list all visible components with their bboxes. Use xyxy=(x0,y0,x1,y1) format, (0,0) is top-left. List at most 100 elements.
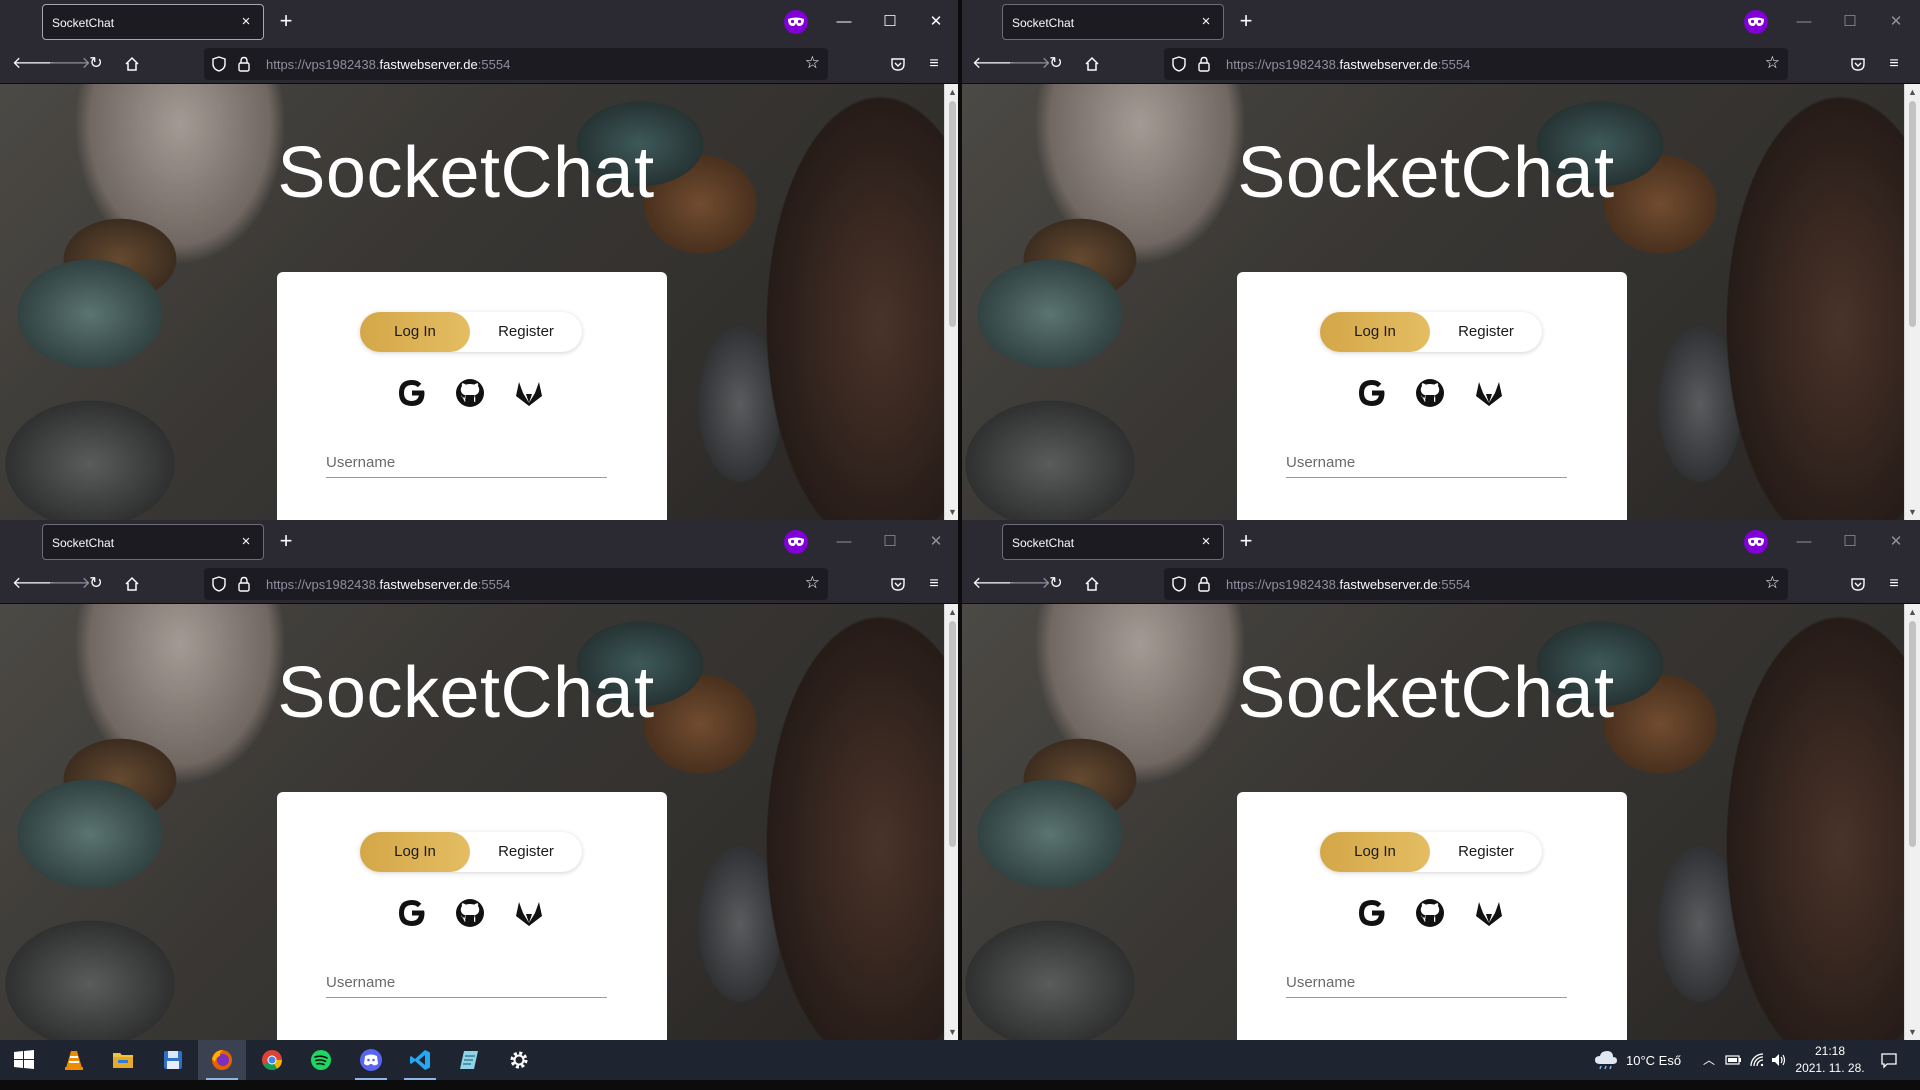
tracking-shield-icon[interactable] xyxy=(212,576,226,597)
hamburger-menu-icon[interactable]: ≡ xyxy=(922,52,946,76)
close-window-button[interactable]: ✕ xyxy=(924,10,948,34)
bookmark-star-icon[interactable]: ☆ xyxy=(805,53,820,73)
minimize-button[interactable]: — xyxy=(1792,10,1816,34)
weather-text[interactable]: 10°C Eső xyxy=(1626,1053,1681,1068)
username-input[interactable] xyxy=(1286,968,1567,998)
login-toggle-button[interactable]: Log In xyxy=(1320,312,1430,352)
weather-cloud-icon[interactable] xyxy=(1594,1050,1618,1090)
github-icon[interactable] xyxy=(1413,376,1447,410)
username-input[interactable] xyxy=(326,968,607,998)
browser-tab[interactable]: SocketChat × xyxy=(1002,524,1224,560)
login-toggle-button[interactable]: Log In xyxy=(360,312,470,352)
tab-close-icon[interactable]: × xyxy=(1196,532,1216,552)
reload-icon[interactable]: ↻ xyxy=(1044,52,1068,76)
browser-tab[interactable]: SocketChat × xyxy=(1002,4,1224,40)
url-bar[interactable]: https://vps1982438.fastwebserver.de:5554… xyxy=(204,568,828,600)
firefox-icon[interactable] xyxy=(198,1040,246,1080)
hamburger-menu-icon[interactable]: ≡ xyxy=(1882,52,1906,76)
back-arrow-icon[interactable]: 🡐 xyxy=(972,572,1015,596)
bookmark-star-icon[interactable]: ☆ xyxy=(1765,573,1780,593)
register-toggle-button[interactable]: Register xyxy=(470,312,582,352)
scroll-down-arrow-icon[interactable]: ▼ xyxy=(1905,1024,1920,1040)
github-icon[interactable] xyxy=(453,376,487,410)
maximize-button[interactable]: ☐ xyxy=(1838,530,1862,554)
register-toggle-button[interactable]: Register xyxy=(1430,832,1542,872)
discord-icon[interactable] xyxy=(347,1040,395,1080)
chrome-icon[interactable] xyxy=(248,1040,296,1080)
forward-arrow-icon[interactable]: 🡒 xyxy=(1008,572,1051,596)
settings-icon[interactable] xyxy=(495,1040,543,1080)
lock-icon[interactable] xyxy=(238,56,250,77)
scroll-up-arrow-icon[interactable]: ▲ xyxy=(1905,84,1920,100)
volume-icon[interactable] xyxy=(1770,1051,1788,1069)
home-icon[interactable] xyxy=(1080,572,1104,596)
home-icon[interactable] xyxy=(120,572,144,596)
username-input[interactable] xyxy=(326,448,607,478)
lock-icon[interactable] xyxy=(1198,56,1210,77)
tracking-shield-icon[interactable] xyxy=(1172,56,1186,77)
new-tab-button[interactable]: + xyxy=(274,10,298,34)
reload-icon[interactable]: ↻ xyxy=(1044,572,1068,596)
pocket-icon[interactable] xyxy=(886,572,910,596)
url-text[interactable]: https://vps1982438.fastwebserver.de:5554 xyxy=(1226,577,1470,592)
url-bar[interactable]: https://vps1982438.fastwebserver.de:5554… xyxy=(1164,568,1788,600)
browser-tab[interactable]: SocketChat × xyxy=(42,524,264,560)
gitlab-icon[interactable] xyxy=(512,376,546,410)
new-tab-button[interactable]: + xyxy=(1234,530,1258,554)
vlc-icon[interactable] xyxy=(50,1040,98,1080)
url-text[interactable]: https://vps1982438.fastwebserver.de:5554 xyxy=(1226,57,1470,72)
new-tab-button[interactable]: + xyxy=(1234,10,1258,34)
back-arrow-icon[interactable]: 🡐 xyxy=(12,572,55,596)
pocket-icon[interactable] xyxy=(886,52,910,76)
lock-icon[interactable] xyxy=(238,576,250,597)
battery-icon[interactable] xyxy=(1724,1051,1742,1069)
google-icon[interactable] xyxy=(395,376,429,410)
close-window-button[interactable]: ✕ xyxy=(924,530,948,554)
gitlab-icon[interactable] xyxy=(1472,376,1506,410)
pocket-icon[interactable] xyxy=(1846,572,1870,596)
forward-arrow-icon[interactable]: 🡒 xyxy=(48,572,91,596)
forward-arrow-icon[interactable]: 🡒 xyxy=(1008,52,1051,76)
bookmark-star-icon[interactable]: ☆ xyxy=(805,573,820,593)
gitlab-icon[interactable] xyxy=(512,896,546,930)
bookmark-star-icon[interactable]: ☆ xyxy=(1765,53,1780,73)
new-tab-button[interactable]: + xyxy=(274,530,298,554)
pocket-icon[interactable] xyxy=(1846,52,1870,76)
tab-close-icon[interactable]: × xyxy=(236,12,256,32)
vscode-icon[interactable] xyxy=(396,1040,444,1080)
google-icon[interactable] xyxy=(1355,896,1389,930)
minimize-button[interactable]: — xyxy=(832,10,856,34)
home-icon[interactable] xyxy=(120,52,144,76)
reload-icon[interactable]: ↻ xyxy=(84,52,108,76)
scroll-up-arrow-icon[interactable]: ▲ xyxy=(1905,604,1920,620)
github-icon[interactable] xyxy=(1413,896,1447,930)
hamburger-menu-icon[interactable]: ≡ xyxy=(922,572,946,596)
minimize-button[interactable]: — xyxy=(1792,530,1816,554)
tab-close-icon[interactable]: × xyxy=(236,532,256,552)
system-clock[interactable]: 21:18 2021. 11. 28. xyxy=(1792,1043,1868,1077)
register-toggle-button[interactable]: Register xyxy=(1430,312,1542,352)
login-toggle-button[interactable]: Log In xyxy=(1320,832,1430,872)
notification-center-icon[interactable] xyxy=(1880,1051,1898,1074)
google-icon[interactable] xyxy=(395,896,429,930)
minimize-button[interactable]: — xyxy=(832,530,856,554)
hamburger-menu-icon[interactable]: ≡ xyxy=(1882,572,1906,596)
page-scrollbar[interactable]: ▲ ▼ xyxy=(1904,84,1920,520)
reload-icon[interactable]: ↻ xyxy=(84,572,108,596)
google-icon[interactable] xyxy=(1355,376,1389,410)
url-text[interactable]: https://vps1982438.fastwebserver.de:5554 xyxy=(266,577,510,592)
maximize-button[interactable]: ☐ xyxy=(878,10,902,34)
scrollbar-thumb[interactable] xyxy=(1909,101,1916,327)
tracking-shield-icon[interactable] xyxy=(1172,576,1186,597)
wifi-icon[interactable] xyxy=(1748,1051,1766,1069)
maximize-button[interactable]: ☐ xyxy=(878,530,902,554)
home-icon[interactable] xyxy=(1080,52,1104,76)
back-arrow-icon[interactable]: 🡐 xyxy=(12,52,55,76)
login-toggle-button[interactable]: Log In xyxy=(360,832,470,872)
tab-close-icon[interactable]: × xyxy=(1196,12,1216,32)
browser-tab[interactable]: SocketChat × xyxy=(42,4,264,40)
scrollbar-thumb[interactable] xyxy=(949,621,956,847)
floppy-save-icon[interactable] xyxy=(149,1040,197,1080)
back-arrow-icon[interactable]: 🡐 xyxy=(972,52,1015,76)
url-text[interactable]: https://vps1982438.fastwebserver.de:5554 xyxy=(266,57,510,72)
